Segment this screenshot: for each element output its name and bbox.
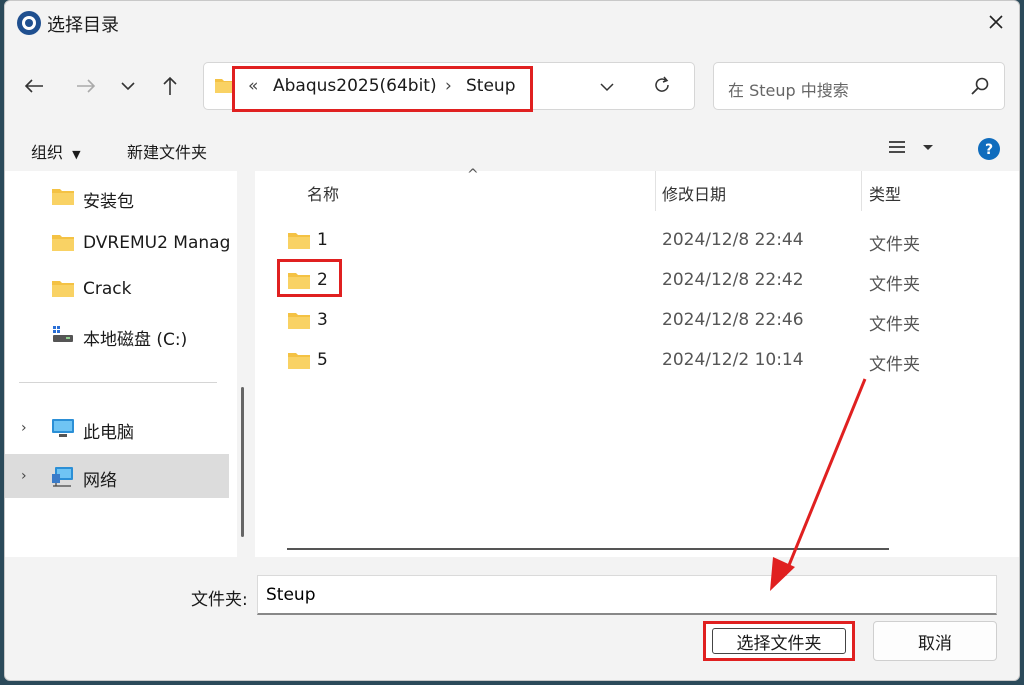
help-icon: ? <box>978 138 1000 160</box>
view-list-icon <box>889 141 933 153</box>
nav-item-label: 网络 <box>83 471 117 491</box>
nav-item-label: 安装包 <box>83 192 134 212</box>
folder-name-input[interactable] <box>257 575 997 615</box>
nav-item-label: Crack <box>83 279 132 299</box>
arrow-right-icon <box>77 79 96 93</box>
recent-locations-button[interactable] <box>111 69 145 103</box>
navigation-scrollbar[interactable] <box>241 387 244 537</box>
file-row[interactable]: 1 2024/12/8 22:44 文件夹 <box>255 221 1019 261</box>
sort-ascending-icon: ^ <box>467 167 479 183</box>
folder-icon <box>51 278 75 302</box>
search-box[interactable]: 在 Steup 中搜索 <box>713 62 1005 110</box>
computer-icon <box>51 417 75 443</box>
chevron-right-icon[interactable]: › <box>21 468 27 484</box>
file-name: 1 <box>317 230 328 250</box>
navigation-bar: « Abaqus2025(64bit) › Steup 在 Steup 中搜索 <box>5 53 1019 117</box>
cancel-label: 取消 <box>918 633 952 654</box>
forward-button[interactable] <box>69 69 103 103</box>
close-icon <box>989 15 1003 29</box>
nav-item-installers[interactable]: 安装包 <box>5 177 229 217</box>
address-dropdown-button[interactable] <box>600 77 614 96</box>
svg-text:?: ? <box>985 142 993 158</box>
nav-item-crack[interactable]: Crack <box>5 269 229 309</box>
breadcrumb-item[interactable]: Abaqus2025(64bit) <box>273 76 437 96</box>
up-button[interactable] <box>153 69 187 103</box>
nav-item-label: 本地磁盘 (C:) <box>83 330 188 350</box>
breadcrumb-separator: › <box>445 76 452 96</box>
column-header-type[interactable]: 类型 <box>869 181 901 205</box>
search-icon[interactable] <box>970 76 990 100</box>
file-type: 文件夹 <box>869 235 920 255</box>
file-list: ^ 名称 修改日期 类型 1 2024/12/8 22:44 文件夹 2 202… <box>255 167 1019 557</box>
select-folder-label: 选择文件夹 <box>736 633 822 654</box>
nav-item-network[interactable]: › 网络 <box>5 454 229 498</box>
help-button[interactable]: ? <box>977 137 1001 165</box>
folder-icon <box>287 230 311 254</box>
chevron-right-icon[interactable]: › <box>21 420 27 436</box>
navigation-pane: 安装包 DVREMU2 Manag Crack 本地磁盘 (C:) › 此电脑 … <box>5 171 237 557</box>
close-button[interactable] <box>979 5 1013 39</box>
file-type: 文件夹 <box>869 275 920 295</box>
folder-icon <box>51 186 75 210</box>
file-list-scrollbar[interactable] <box>287 548 889 550</box>
organize-label: 组织 <box>31 143 64 162</box>
column-divider[interactable] <box>861 171 862 211</box>
nav-item-local-disk-c[interactable]: 本地磁盘 (C:) <box>5 315 229 355</box>
file-name: 5 <box>317 350 328 370</box>
folder-icon <box>51 232 75 256</box>
network-icon <box>51 465 75 491</box>
chevron-down-icon <box>121 82 135 91</box>
file-date: 2024/12/8 22:42 <box>662 270 804 290</box>
folder-icon <box>287 310 311 334</box>
file-row[interactable]: 3 2024/12/8 22:46 文件夹 <box>255 301 1019 341</box>
file-date: 2024/12/8 22:46 <box>662 310 804 330</box>
file-type: 文件夹 <box>869 355 920 375</box>
nav-divider <box>19 382 217 383</box>
chevron-down-icon <box>600 83 614 92</box>
file-name: 3 <box>317 310 328 330</box>
caret-down-icon: ▼ <box>72 148 81 161</box>
column-header-date[interactable]: 修改日期 <box>662 181 726 205</box>
nav-item-this-pc[interactable]: › 此电脑 <box>5 408 229 448</box>
breadcrumb-item[interactable]: Steup <box>466 76 515 96</box>
refresh-icon <box>655 76 669 92</box>
file-row[interactable]: 5 2024/12/2 10:14 文件夹 <box>255 341 1019 381</box>
back-button[interactable] <box>17 69 51 103</box>
breadcrumb-overflow[interactable]: « <box>248 76 258 96</box>
drive-icon <box>51 324 75 348</box>
file-date: 2024/12/8 22:44 <box>662 230 804 250</box>
row-annotation-box <box>277 259 342 297</box>
address-bar[interactable]: « Abaqus2025(64bit) › Steup <box>203 62 695 112</box>
search-placeholder: 在 Steup 中搜索 <box>728 81 849 100</box>
arrow-up-icon <box>163 76 177 95</box>
file-date: 2024/12/2 10:14 <box>662 350 804 370</box>
select-folder-button[interactable]: 选择文件夹 <box>703 621 855 661</box>
file-type: 文件夹 <box>869 315 920 335</box>
arrow-left-icon <box>24 79 43 93</box>
view-options-button[interactable] <box>887 139 935 159</box>
select-folder-dialog: 选择目录 « Abaqus2025(64bit) › Steup 在 Steup… <box>4 0 1020 681</box>
column-divider[interactable] <box>655 171 656 211</box>
refresh-button[interactable] <box>652 75 672 99</box>
folder-icon <box>287 350 311 374</box>
cancel-button[interactable]: 取消 <box>873 621 997 661</box>
organize-menu[interactable]: 组织 ▼ <box>31 139 81 163</box>
file-row[interactable]: 2 2024/12/8 22:42 文件夹 <box>255 261 1019 301</box>
window-title: 选择目录 <box>47 15 119 36</box>
command-bar: 组织 ▼ 新建文件夹 ? <box>5 123 1019 169</box>
column-header-name[interactable]: 名称 <box>307 181 339 205</box>
new-folder-button[interactable]: 新建文件夹 <box>127 139 207 163</box>
folder-label: 文件夹: <box>191 590 248 610</box>
nav-item-label: DVREMU2 Manag <box>83 233 229 253</box>
nav-item-dvremu2[interactable]: DVREMU2 Manag <box>5 223 229 263</box>
nav-item-label: 此电脑 <box>83 423 134 443</box>
title-bar: 选择目录 <box>5 1 1019 49</box>
app-icon <box>16 10 42 36</box>
